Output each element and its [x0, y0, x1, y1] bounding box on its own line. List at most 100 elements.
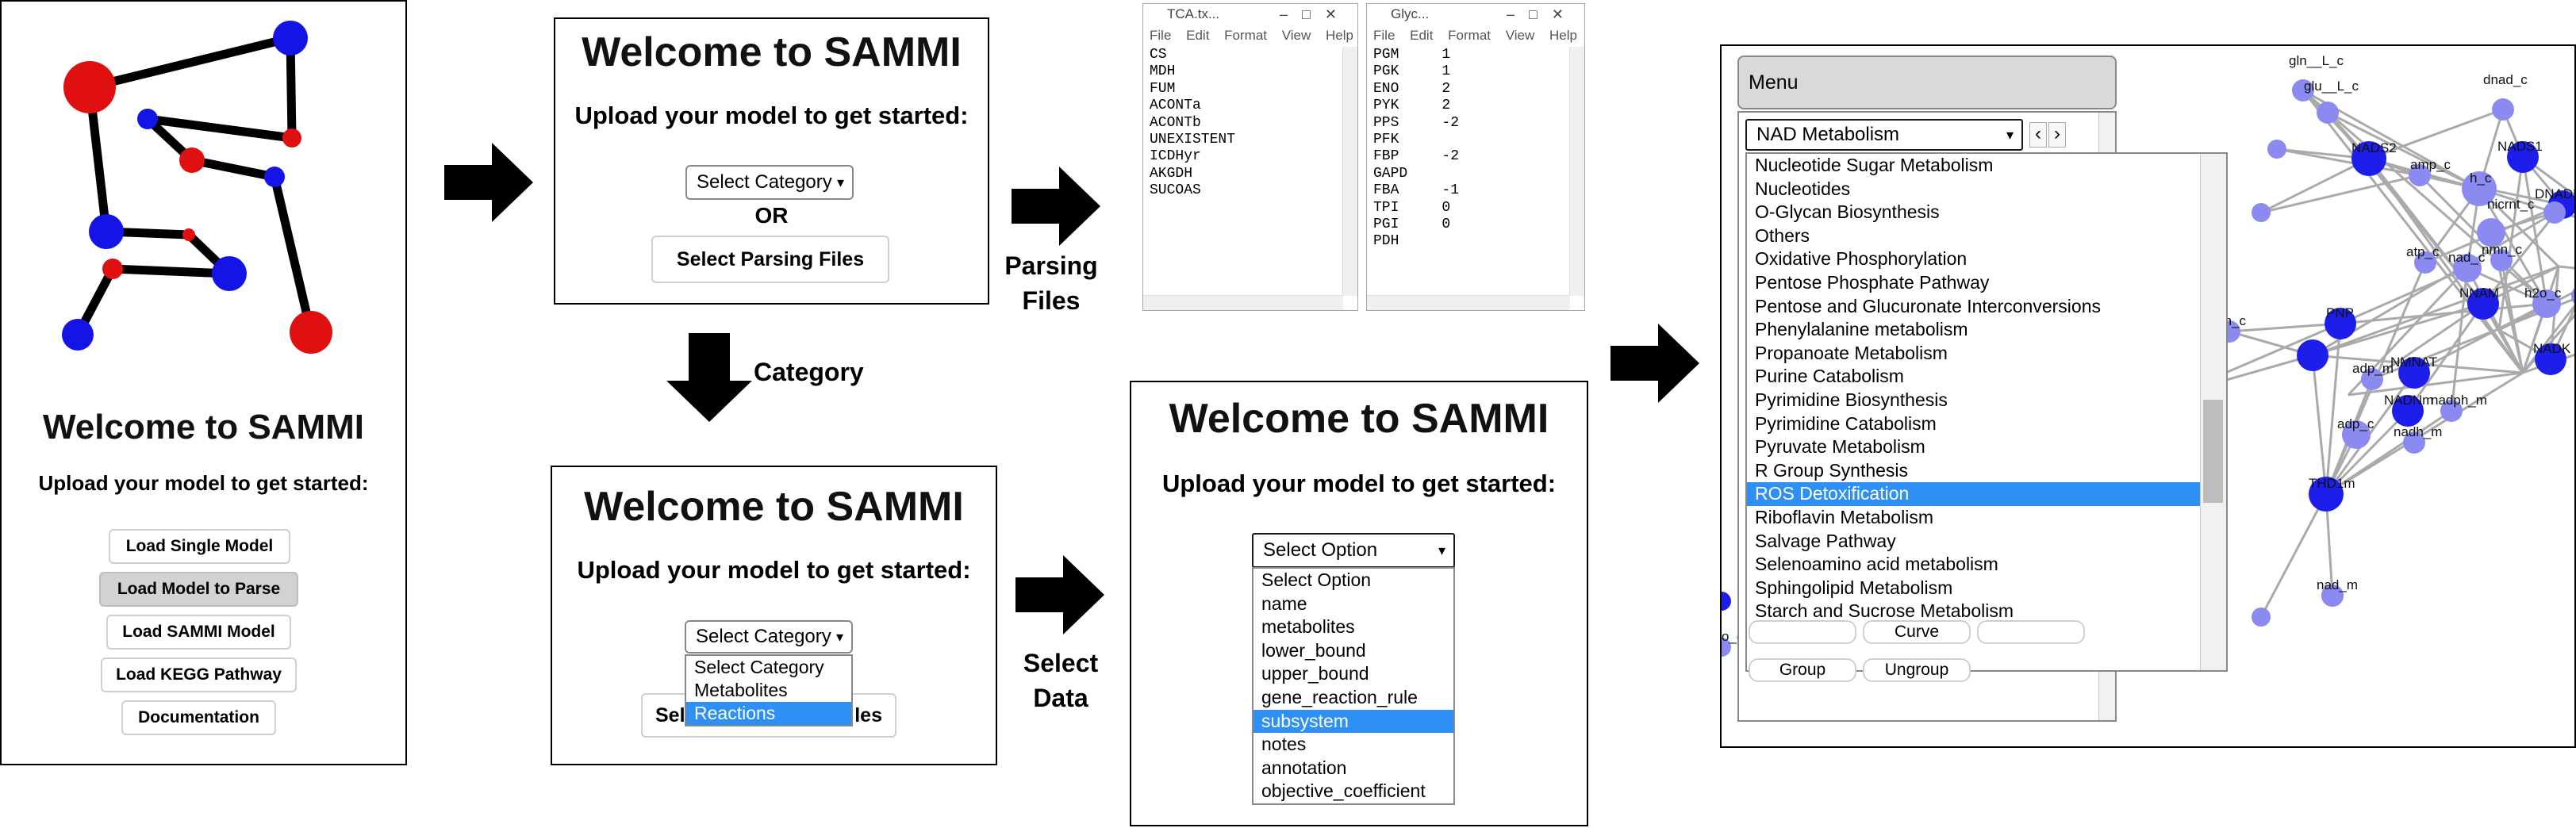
vertical-scrollbar[interactable] — [1342, 47, 1357, 296]
dropdown-option[interactable]: Nucleotides — [1747, 178, 2207, 201]
dropdown-option[interactable]: annotation — [1253, 757, 1453, 780]
notepad-menu[interactable]: File Edit Format View Help — [1143, 25, 1357, 47]
window-controls[interactable]: –□✕ — [1280, 4, 1351, 25]
dropdown-option[interactable]: name — [1253, 592, 1453, 616]
graph-node-label: THD1m — [2309, 476, 2355, 491]
select-parsing-files-button[interactable]: Select Parsing Files — [651, 236, 889, 283]
dropdown-option[interactable]: O-Glycan Biosynthesis — [1747, 201, 2207, 224]
chevron-down-icon: ▾ — [835, 629, 843, 645]
text-line: FUM — [1150, 80, 1176, 97]
dropdown-option[interactable]: Metabolites — [686, 679, 851, 702]
subsystem-select[interactable]: NAD Metabolism ▾ — [1745, 119, 2023, 151]
scrollbar-thumb[interactable] — [2203, 400, 2223, 503]
dropdown-option[interactable]: Reactions — [686, 702, 851, 725]
load-kegg-pathway-button[interactable]: Load KEGG Pathway — [101, 657, 297, 692]
page-title: Welcome to SAMMI — [584, 484, 964, 530]
next-subsystem-button[interactable]: › — [2048, 122, 2066, 148]
dropdown-option[interactable]: Phenylalanine metabolism — [1747, 318, 2207, 342]
dropdown-option[interactable]: Purine Catabolism — [1747, 365, 2207, 389]
graph-node[interactable] — [2252, 203, 2271, 222]
text-line: AKGDH — [1150, 165, 1193, 182]
dropdown-option[interactable]: R Group Synthesis — [1747, 459, 2207, 483]
graph-node-label: NADK — [2533, 341, 2571, 356]
graph-node[interactable] — [2252, 608, 2271, 627]
dropdown-option[interactable]: lower_bound — [1253, 639, 1453, 663]
graph-node[interactable] — [2477, 218, 2505, 247]
graph-node[interactable] — [2543, 201, 2566, 224]
notepad-window-tca: TCA.tx... –□✕ File Edit Format View Help… — [1142, 3, 1358, 311]
category-select[interactable]: Select Category ▾ — [685, 620, 853, 654]
dropdown-option[interactable]: Pentose and Glucuronate Interconversions — [1747, 295, 2207, 319]
text-line: PGI 0 — [1373, 217, 1451, 233]
dropdown-option[interactable]: Nucleotide Sugar Metabolism — [1747, 154, 2207, 178]
subsystem-dropdown[interactable]: Nucleotide Sugar Metabolism Nucleotides O-… — [1745, 152, 2228, 672]
curve-button[interactable]: Curve — [1863, 620, 1971, 644]
dropdown-option[interactable]: ROS Detoxification — [1747, 482, 2207, 506]
page-title: Welcome to SAMMI — [42, 408, 364, 447]
dropdown-option[interactable]: Oxidative Phosphorylation — [1747, 247, 2207, 271]
dropdown-option[interactable]: notes — [1253, 733, 1453, 757]
vertical-scrollbar[interactable] — [1569, 47, 1584, 296]
category-select[interactable]: Select Category ▾ — [685, 165, 854, 200]
logo-node — [182, 228, 195, 241]
graph-node[interactable] — [2571, 285, 2576, 307]
graph-node[interactable] — [1722, 592, 1731, 611]
graph-node[interactable] — [2267, 140, 2286, 159]
ungroup-button[interactable]: Ungroup — [1863, 658, 1971, 682]
page-title: Welcome to SAMMI — [582, 29, 962, 75]
graph-node-label: gln__L_c — [2289, 53, 2344, 68]
group-button[interactable]: Group — [1749, 658, 1856, 682]
dropdown-option[interactable]: Pyrimidine Biosynthesis — [1747, 389, 2207, 412]
dropdown-option[interactable]: Pyruvate Metabolism — [1747, 435, 2207, 459]
notepad-window-glycolysis: Glyc... –□✕ File Edit Format View Help P… — [1366, 3, 1585, 311]
horizontal-scrollbar[interactable] — [1143, 295, 1343, 310]
notepad-text-area[interactable]: PGM 1 PGK 1 ENO 2 PYK 2 PPS -2 PFK FBP -2 GAPD F… — [1367, 47, 1584, 251]
notepad-menu[interactable]: File Edit Format View Help — [1367, 25, 1584, 47]
panel-category-select: Welcome to SAMMI Upload your model to ge… — [551, 466, 997, 765]
menu-button-right[interactable] — [1977, 620, 2085, 644]
load-sammi-model-button[interactable]: Load SAMMI Model — [106, 615, 291, 650]
dropdown-option[interactable]: Salvage Pathway — [1747, 530, 2207, 554]
dropdown-option[interactable]: upper_bound — [1253, 662, 1453, 686]
dropdown-option[interactable]: objective_coefficient — [1253, 780, 1453, 803]
load-single-model-button[interactable]: Load Single Model — [109, 529, 290, 564]
dropdown-option[interactable]: Pyrimidine Catabolism — [1747, 412, 2207, 436]
graph-node[interactable] — [2297, 339, 2328, 371]
dropdown-scrollbar[interactable] — [2200, 154, 2226, 670]
dropdown-option[interactable]: Others — [1747, 224, 2207, 248]
horizontal-scrollbar[interactable] — [1367, 295, 1570, 310]
dropdown-option[interactable]: Propanoate Metabolism — [1747, 342, 2207, 366]
chevron-down-icon: ▾ — [1438, 542, 1445, 558]
load-model-to-parse-button[interactable]: Load Model to Parse — [99, 572, 298, 607]
option-dropdown[interactable]: Select Option name metabolites lower_bound u… — [1252, 567, 1455, 805]
dropdown-option[interactable]: Sphingolipid Metabolism — [1747, 577, 2207, 600]
logo-node — [273, 21, 308, 56]
dropdown-option[interactable]: Select Category — [686, 656, 851, 679]
documentation-button[interactable]: Documentation — [121, 700, 276, 735]
dropdown-option[interactable]: subsystem — [1253, 709, 1453, 734]
graph-node-label: DNADDP — [2535, 186, 2576, 201]
dropdown-option[interactable]: Pentose Phosphate Pathway — [1747, 271, 2207, 295]
dropdown-option[interactable]: Select Option — [1253, 569, 1453, 592]
graph-node[interactable] — [2317, 102, 2339, 124]
flow-arrow-down-icon — [666, 333, 752, 422]
graph-node-label: glu__L_c — [2304, 79, 2359, 94]
dropdown-option[interactable]: metabolites — [1253, 615, 1453, 639]
text-line: ICDHyr — [1150, 148, 1201, 165]
category-dropdown[interactable]: Select Category Metabolites Reactions — [685, 654, 853, 726]
option-select[interactable]: Select Option ▾ — [1252, 533, 1455, 568]
menu-header[interactable]: Menu — [1737, 56, 2117, 109]
dropdown-option[interactable]: Selenoamino acid metabolism — [1747, 553, 2207, 577]
dropdown-option[interactable]: gene_reaction_rule — [1253, 686, 1453, 710]
graph-node-label: NADNm — [2384, 393, 2433, 408]
window-controls[interactable]: –□✕ — [1507, 4, 1578, 25]
dropdown-option[interactable]: Riboflavin Metabolism — [1747, 506, 2207, 530]
prev-subsystem-button[interactable]: ‹ — [2029, 122, 2047, 148]
graph-node-label: adp_m — [2352, 361, 2394, 376]
notepad-text-area[interactable]: CS MDH FUM ACONTa ACONTb UNEXISTENT ICDHyr AKGD… — [1143, 47, 1357, 200]
graph-node-label: nicrnt_c — [2487, 197, 2535, 212]
text-line: ENO 2 — [1373, 80, 1451, 97]
graph-node[interactable] — [2492, 98, 2514, 121]
logo-node — [212, 256, 247, 291]
menu-button-left[interactable] — [1749, 620, 1856, 644]
